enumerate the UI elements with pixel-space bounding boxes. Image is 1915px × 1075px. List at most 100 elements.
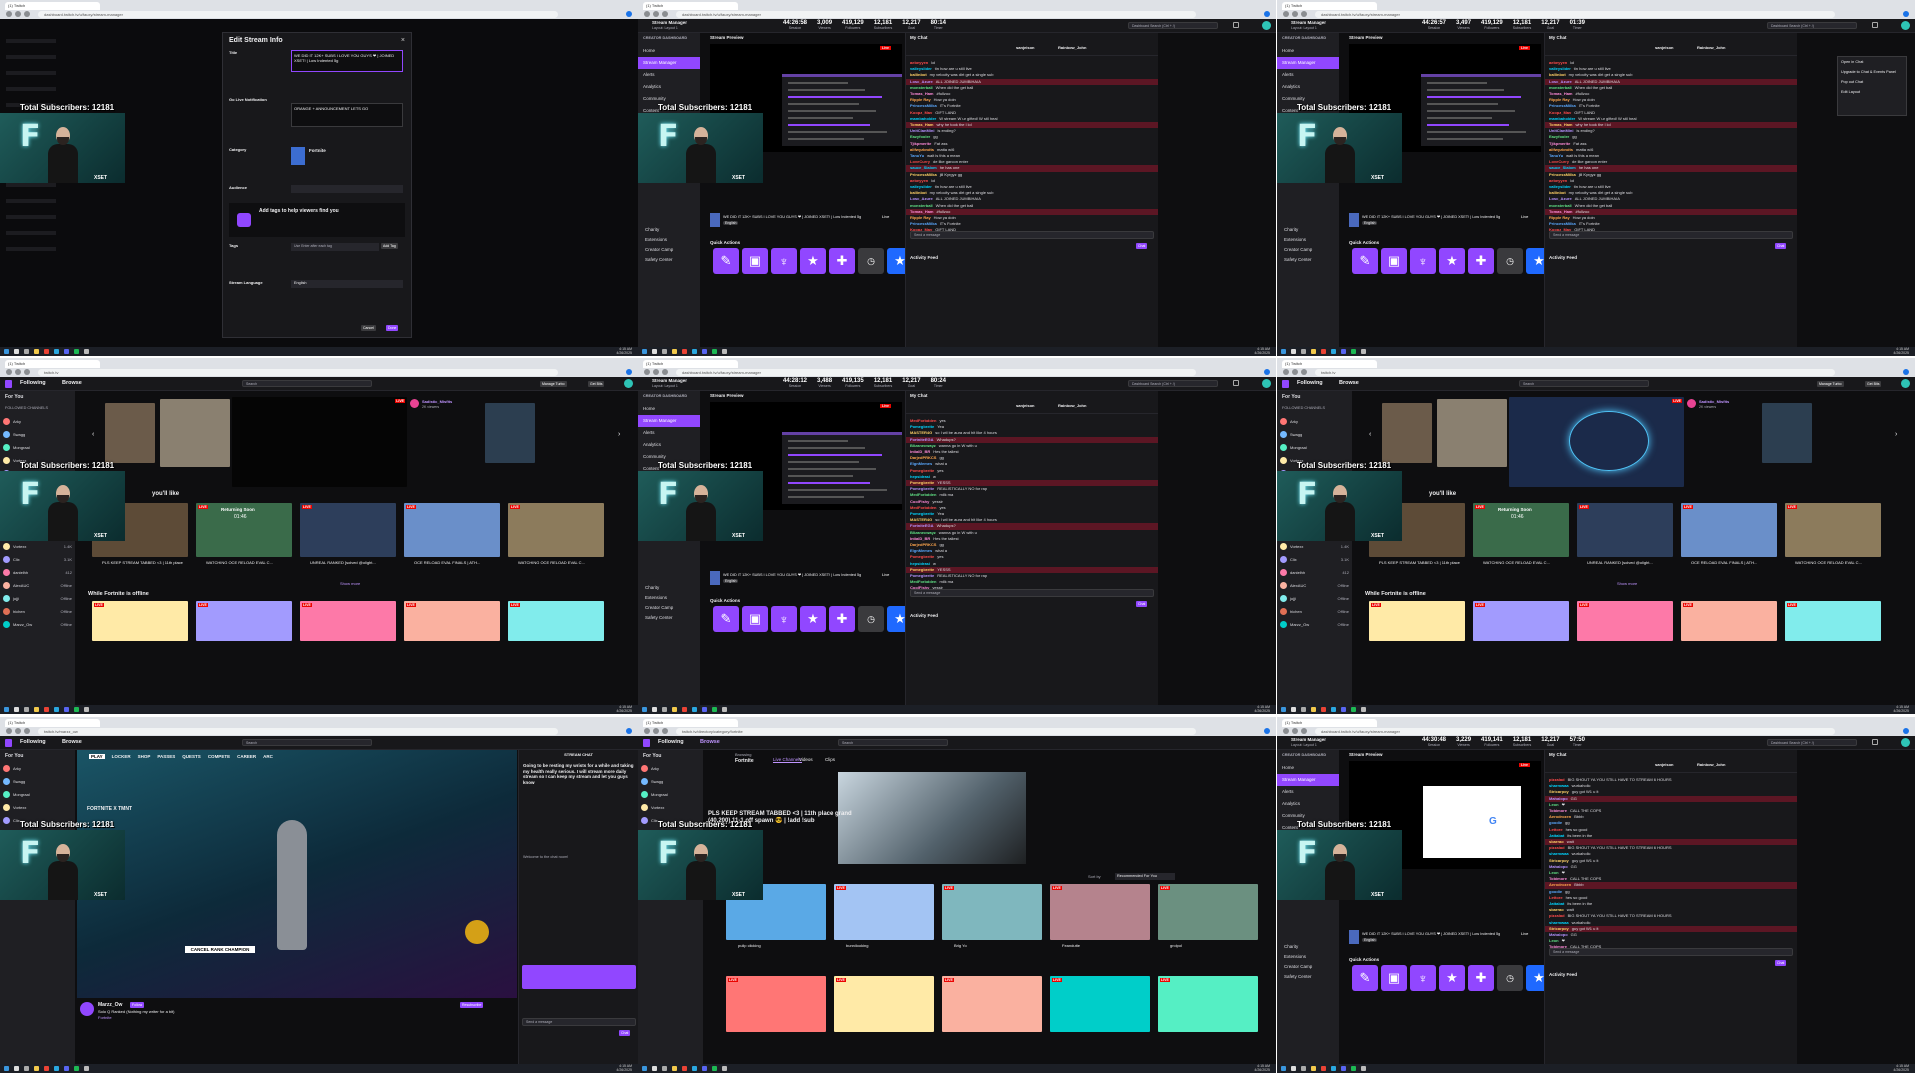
discord-icon[interactable] (64, 349, 69, 354)
chat-username[interactable]: PrincessMilka (1549, 172, 1576, 177)
back-icon[interactable] (6, 728, 12, 734)
spotify-icon[interactable] (74, 349, 79, 354)
file-explorer-icon[interactable] (34, 349, 39, 354)
chat-username[interactable]: ElgnMemes (910, 548, 932, 553)
chat-username[interactable]: LoveCurry (1549, 159, 1569, 164)
chat-input[interactable]: Send a message (522, 1018, 636, 1026)
search-icon[interactable] (14, 349, 19, 354)
chrome-icon[interactable] (1321, 349, 1326, 354)
edge-icon[interactable] (54, 1066, 59, 1071)
windows-start-icon[interactable] (642, 349, 647, 354)
stream-card-title[interactable]: UNREAL RANKED [solved @olight... (310, 560, 396, 565)
chat-username[interactable]: FortniteEGA (910, 437, 934, 442)
spotify-icon[interactable] (1351, 1066, 1356, 1071)
obs-icon[interactable] (84, 707, 89, 712)
nav-following[interactable]: Following (20, 739, 46, 745)
clip-icon[interactable]: ▣ (742, 606, 768, 632)
featured-stream[interactable]: LIVE (1509, 397, 1684, 487)
card-channel-name[interactable]: Feandutte (1062, 943, 1150, 948)
stream-card-title[interactable]: PLS KEEP STREAM TABBED <3 | 11th place (1379, 560, 1465, 565)
chat-username[interactable]: ballinbot (1549, 72, 1566, 77)
raid-icon[interactable]: ♆ (771, 248, 797, 274)
sidebar-item-charity[interactable]: Charity (638, 583, 700, 593)
stream-card[interactable]: LIVE Returning Soon 01:46 (1473, 503, 1569, 557)
obs-icon[interactable] (722, 1066, 727, 1071)
chrome-icon[interactable] (682, 1066, 687, 1071)
chat-username[interactable]: pizzalad (1549, 913, 1565, 918)
chat-username[interactable]: Jattabat (1549, 833, 1564, 838)
dashboard-search[interactable]: Dashboard Search (Ctrl + /) (1128, 22, 1218, 29)
carousel-side-left[interactable] (1382, 403, 1432, 463)
avatar[interactable] (1901, 738, 1910, 747)
chat-username[interactable]: Tjikpmerite (910, 141, 931, 146)
resubscribe-button[interactable]: Resubscribe (460, 1002, 484, 1008)
chat-username[interactable]: mambaholder (910, 116, 936, 121)
discord-icon[interactable] (1341, 1066, 1346, 1071)
edge-icon[interactable] (692, 1066, 697, 1071)
sidebar-channel[interactable]: Vortexx 1.4K (1277, 540, 1352, 553)
chat-username[interactable]: ballinbot (910, 72, 927, 77)
avatar[interactable] (1901, 21, 1910, 30)
sidebar-channel[interactable]: jojji Offline (1277, 592, 1352, 605)
reload-icon[interactable] (1301, 11, 1307, 17)
sidebar-item-safety-center[interactable]: Safety Center (1277, 972, 1339, 982)
search-icon[interactable] (14, 1066, 19, 1071)
chat-menu-item[interactable]: Edit Layout (1841, 90, 1903, 94)
chat-username[interactable]: Lettore (1549, 827, 1563, 832)
slow-mode-icon[interactable]: ◷ (858, 248, 884, 274)
file-explorer-icon[interactable] (1311, 349, 1316, 354)
go-live-notification-input[interactable]: ORANGE + ANNOUNCEMENT LETS GO (291, 103, 403, 127)
chat-username[interactable]: Ripple Ray (910, 215, 931, 220)
address-bar[interactable]: twitch.tv/directory/category/fortnite (676, 728, 1196, 735)
chat-username[interactable]: Pomegbreite (910, 468, 934, 473)
stream-card[interactable]: LIVE Returning Soon 01:46 (196, 503, 292, 557)
task-view-icon[interactable] (24, 349, 29, 354)
carousel-next-icon[interactable]: › (618, 431, 620, 438)
chat-username[interactable]: MASTER4G (910, 430, 932, 435)
sidebar-channel[interactable]: Mongraal (0, 788, 75, 801)
notifications-icon[interactable] (1233, 22, 1239, 28)
pencil-icon[interactable]: ✎ (713, 248, 739, 274)
file-explorer-icon[interactable] (1311, 1066, 1316, 1071)
forward-icon[interactable] (1292, 728, 1298, 734)
windows-start-icon[interactable] (4, 707, 9, 712)
chat-menu-item[interactable]: Pop out Chat (1841, 80, 1903, 84)
chat-username[interactable]: Eazyfooler (910, 134, 930, 139)
sub-promo-card[interactable] (522, 965, 636, 989)
show-more-link[interactable]: Show more (1617, 581, 1637, 586)
follow-button[interactable]: Follow (130, 1002, 145, 1008)
browser-tab[interactable]: (1) Twitch (643, 360, 738, 368)
sidebar-channel[interactable]: Mongraal (0, 441, 75, 454)
sidebar-item-creator-camp[interactable]: Creator Camp (1277, 245, 1339, 255)
category-tab[interactable]: Live Channels (773, 757, 802, 763)
add-user-icon[interactable]: ✚ (1468, 965, 1494, 991)
spotify-icon[interactable] (712, 707, 717, 712)
chat-username[interactable]: DarjedPRKCS (910, 542, 936, 547)
chat-username[interactable]: TanuYu (1549, 153, 1563, 158)
carousel-side-left-2[interactable] (160, 399, 230, 467)
offline-stream-card[interactable]: LIVE (1369, 601, 1465, 641)
chrome-icon[interactable] (682, 349, 687, 354)
sidebar-item-analytics[interactable]: Analytics (1277, 798, 1339, 810)
category-stream-card[interactable]: LIVE (726, 976, 826, 1032)
back-icon[interactable] (1283, 11, 1289, 17)
card-channel-name[interactable]: Brig Yo (954, 943, 1042, 948)
task-view-icon[interactable] (24, 707, 29, 712)
nav-browse[interactable]: Browse (62, 380, 82, 386)
discord-icon[interactable] (1341, 707, 1346, 712)
sidebar-item-extensions[interactable]: Extensions (638, 593, 700, 603)
sidebar-channel[interactable]: Vortexx (638, 801, 703, 814)
nav-following[interactable]: Following (658, 739, 684, 745)
featured-stream[interactable]: LIVE (232, 397, 407, 487)
spotify-icon[interactable] (1351, 707, 1356, 712)
dashboard-search[interactable]: Dashboard Search (Ctrl + /) (1767, 739, 1857, 746)
chat-username[interactable]: Tomas_Ham (1549, 122, 1573, 127)
chat-username[interactable]: PrincessMilka (1549, 103, 1576, 108)
task-view-icon[interactable] (1301, 349, 1306, 354)
chat-username[interactable]: ballinbot (910, 190, 927, 195)
category-stream-card[interactable]: LIVE (1050, 976, 1150, 1032)
sidebar-item-charity[interactable]: Charity (1277, 225, 1339, 235)
sidebar-item-home[interactable]: Home (1277, 762, 1339, 774)
back-icon[interactable] (644, 369, 650, 375)
chat-username[interactable]: Stricarpoy (1549, 858, 1569, 863)
